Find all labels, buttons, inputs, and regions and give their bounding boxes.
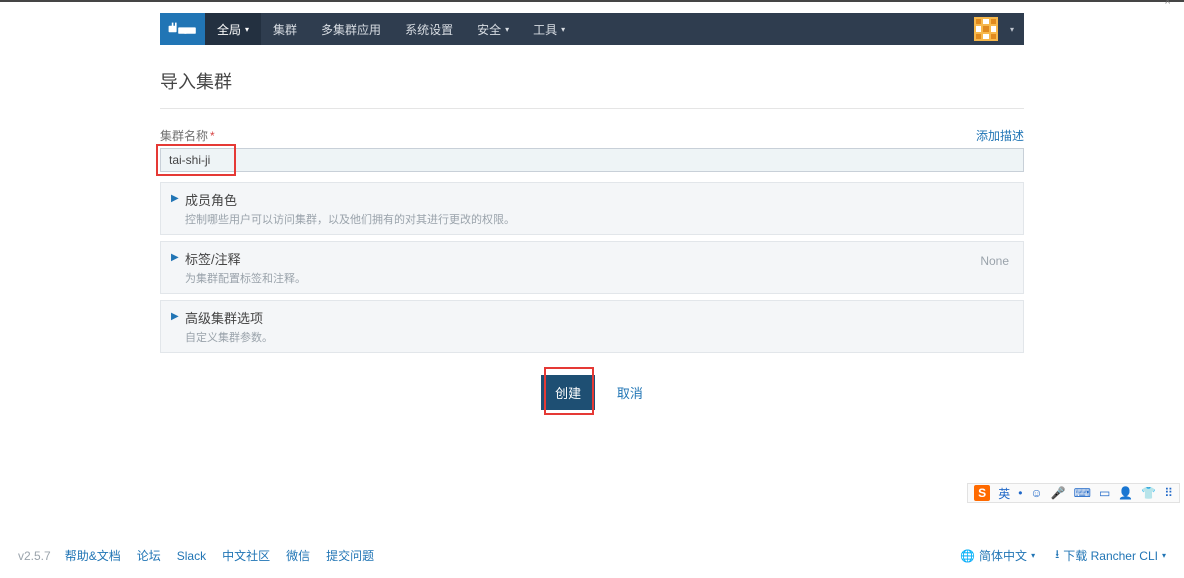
version-text: v2.5.7 <box>18 549 51 563</box>
ime-menu-icon[interactable]: ⠿ <box>1164 486 1173 500</box>
user-avatar[interactable] <box>974 17 998 41</box>
cluster-name-input[interactable] <box>160 148 1024 172</box>
nav-items: 全局▾ 集群 多集群应用 系统设置 安全▾ 工具▾ <box>205 13 577 45</box>
chevron-down-icon: ▾ <box>505 25 509 34</box>
cancel-link[interactable]: 取消 <box>617 383 643 402</box>
accordion-right-text: None <box>980 254 1009 268</box>
ime-voice-icon[interactable]: 🎤 <box>1051 486 1066 500</box>
ime-lang-toggle[interactable]: 英 <box>998 485 1010 502</box>
chevron-down-icon: ▾ <box>1162 551 1166 560</box>
footer-link-issue[interactable]: 提交问题 <box>326 547 374 564</box>
ime-user-icon[interactable]: 👤 <box>1118 486 1133 500</box>
accordion-subtitle: 为集群配置标签和注释。 <box>185 270 1011 286</box>
download-icon: ⭳ <box>1055 545 1059 566</box>
sogou-logo-icon[interactable]: S <box>974 485 990 501</box>
nav-clusters[interactable]: 集群 <box>261 13 309 45</box>
footer-link-slack[interactable]: Slack <box>177 549 206 563</box>
accordion-title: 成员角色 <box>185 190 1011 209</box>
top-navbar: 全局▾ 集群 多集群应用 系统设置 安全▾ 工具▾ ▾ <box>160 13 1024 45</box>
footer-link-wechat[interactable]: 微信 <box>286 547 310 564</box>
chevron-down-icon: ▾ <box>561 25 565 34</box>
ime-softkbd-icon[interactable]: ▭ <box>1099 486 1110 500</box>
accordion-advanced-options[interactable]: ▶ 高级集群选项 自定义集群参数。 <box>160 300 1024 353</box>
ime-punct-icon[interactable]: • <box>1018 486 1022 500</box>
nav-tools[interactable]: 工具▾ <box>521 13 577 45</box>
scroll-top-caret: ^ <box>1165 0 1170 10</box>
triangle-right-icon: ▶ <box>171 193 179 204</box>
accordion-title: 标签/注释 <box>185 249 1011 268</box>
triangle-right-icon: ▶ <box>171 311 179 322</box>
create-button[interactable]: 创建 <box>541 375 595 410</box>
accordion-subtitle: 控制哪些用户可以访问集群，以及他们拥有的对其进行更改的权限。 <box>185 211 1011 227</box>
page-title: 导入集群 <box>160 60 1024 109</box>
add-description-link[interactable]: 添加描述 <box>976 127 1024 144</box>
ime-skin-icon[interactable]: 👕 <box>1141 486 1156 500</box>
accordion-labels-annotations[interactable]: ▶ 标签/注释 为集群配置标签和注释。 None <box>160 241 1024 294</box>
nav-settings[interactable]: 系统设置 <box>393 13 465 45</box>
nav-global[interactable]: 全局▾ <box>205 13 261 45</box>
nav-multicluster-apps[interactable]: 多集群应用 <box>309 13 393 45</box>
ime-emoji-icon[interactable]: ☺ <box>1030 486 1042 500</box>
language-selector[interactable]: 🌐 简体中文 ▾ <box>960 547 1035 564</box>
download-cli[interactable]: ⭳ 下载 Rancher CLI ▾ <box>1055 545 1166 566</box>
footer-link-forum[interactable]: 论坛 <box>137 547 161 564</box>
nav-security[interactable]: 安全▾ <box>465 13 521 45</box>
ime-toolbar: S 英 • ☺ 🎤 ⌨ ▭ 👤 👕 ⠿ <box>967 483 1180 503</box>
chevron-down-icon: ▾ <box>245 25 249 34</box>
globe-icon: 🌐 <box>960 549 975 563</box>
footer: v2.5.7 帮助&文档 论坛 Slack 中文社区 微信 提交问题 🌐 简体中… <box>18 545 1166 566</box>
accordion-member-roles[interactable]: ▶ 成员角色 控制哪些用户可以访问集群，以及他们拥有的对其进行更改的权限。 <box>160 182 1024 235</box>
footer-link-help[interactable]: 帮助&文档 <box>65 547 121 564</box>
accordion-title: 高级集群选项 <box>185 308 1011 327</box>
accordion-subtitle: 自定义集群参数。 <box>185 329 1011 345</box>
user-menu-caret[interactable]: ▾ <box>1000 25 1024 34</box>
cluster-name-label: 集群名称* <box>160 127 215 144</box>
rancher-logo[interactable] <box>160 13 205 45</box>
ime-keyboard-icon[interactable]: ⌨ <box>1074 486 1091 500</box>
chevron-down-icon: ▾ <box>1031 551 1035 560</box>
footer-link-cn-community[interactable]: 中文社区 <box>222 547 270 564</box>
triangle-right-icon: ▶ <box>171 252 179 263</box>
